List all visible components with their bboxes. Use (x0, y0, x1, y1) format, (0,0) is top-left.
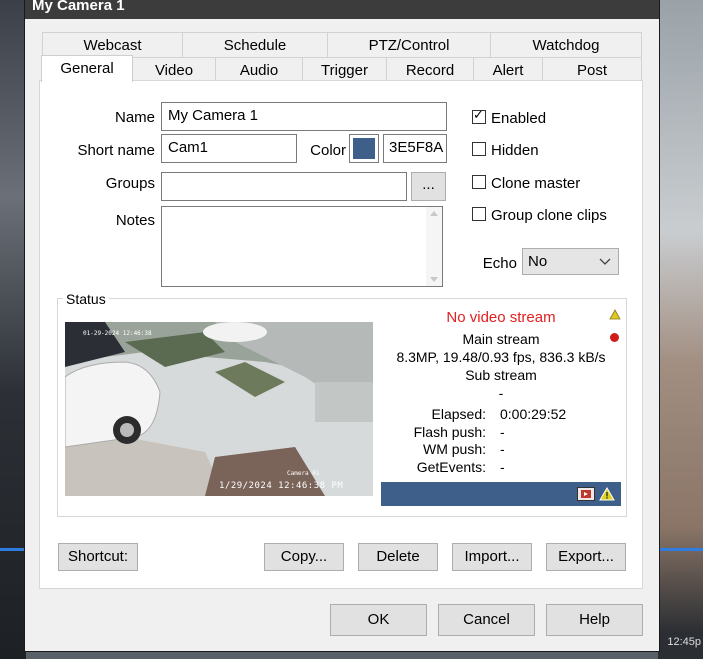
short-name-input[interactable]: Cam1 (161, 134, 297, 163)
flash-push-value: - (500, 424, 505, 440)
flash-push-label: Flash push: (413, 424, 486, 440)
status-bar (381, 482, 621, 506)
tab-audio[interactable]: Audio (215, 57, 303, 82)
timeline-bar (0, 548, 26, 551)
echo-select[interactable]: No (522, 248, 619, 275)
elapsed-label: Elapsed: (431, 406, 486, 422)
getevents-value: - (500, 459, 505, 475)
background-timestamp: 12:45p (667, 636, 701, 648)
elapsed-value: 0:00:29:52 (500, 406, 567, 422)
tab-general[interactable]: General (41, 55, 133, 82)
preview-camera-label: Camera 01 (287, 470, 320, 477)
checkbox-box[interactable] (472, 175, 486, 189)
no-video-stream-text: No video stream (446, 309, 556, 326)
tab-watchdog[interactable]: Watchdog (490, 32, 642, 57)
copy-button[interactable]: Copy... (264, 543, 344, 571)
color-hex-input[interactable]: 3E5F8A (383, 134, 447, 163)
clone-master-label: Clone master (491, 175, 581, 192)
tab-trigger[interactable]: Trigger (302, 57, 387, 82)
help-button[interactable]: Help (546, 604, 643, 636)
short-name-label: Short name (77, 142, 155, 159)
color-swatch (353, 138, 375, 159)
tab-alert[interactable]: Alert (473, 57, 543, 82)
warning-icon (609, 309, 621, 320)
timeline-bar (658, 548, 703, 551)
checkbox-box[interactable]: ✓ (472, 107, 486, 124)
hidden-checkbox[interactable]: Hidden (472, 142, 539, 159)
tab-ptz-control[interactable]: PTZ/Control (327, 32, 491, 57)
sub-stream-value: - (498, 385, 504, 401)
tab-schedule[interactable]: Schedule (182, 32, 328, 57)
group-clone-clips-checkbox[interactable]: Group clone clips (472, 207, 607, 224)
groups-input[interactable] (161, 172, 407, 201)
chevron-down-icon (599, 258, 611, 265)
film-clip-icon[interactable] (577, 487, 595, 501)
getevents-label: GetEvents: (416, 459, 486, 475)
dialog-title: My Camera 1 (25, 0, 659, 19)
preview-top-timestamp: 01-29-2024 12:46:38 (83, 330, 152, 337)
import-button[interactable]: Import... (452, 543, 532, 571)
scroll-up-arrow-icon[interactable] (430, 211, 438, 216)
enabled-checkbox[interactable]: ✓ Enabled (472, 107, 547, 127)
name-input[interactable]: My Camera 1 (161, 102, 447, 131)
notes-textarea[interactable] (161, 206, 443, 287)
export-button[interactable]: Export... (546, 543, 626, 571)
notes-label: Notes (115, 212, 155, 229)
checkbox-box[interactable] (472, 142, 486, 156)
preview-image (65, 322, 373, 496)
delete-button[interactable]: Delete (358, 543, 438, 571)
background-camera-right: 12:45p (658, 0, 703, 659)
clone-master-checkbox[interactable]: Clone master (472, 175, 580, 192)
group-clone-clips-label: Group clone clips (491, 207, 607, 224)
alert-icon[interactable] (599, 487, 615, 501)
groups-label: Groups (105, 175, 155, 192)
cancel-button[interactable]: Cancel (438, 604, 535, 636)
color-swatch-button[interactable] (349, 134, 379, 163)
name-label: Name (114, 109, 155, 126)
wm-push-value: - (500, 441, 505, 457)
scroll-down-arrow-icon[interactable] (430, 277, 438, 282)
checkmark-icon: ✓ (473, 107, 484, 122)
echo-label: Echo (482, 255, 517, 272)
tab-record[interactable]: Record (386, 57, 474, 82)
status-label: Status (63, 291, 109, 307)
camera-preview[interactable]: 01-29-2024 12:46:38 Camera 01 1/29/2024 … (65, 322, 373, 496)
enabled-label: Enabled (491, 110, 547, 127)
color-label: Color (310, 142, 346, 159)
preview-timestamp: 1/29/2024 12:46:38 PM (219, 481, 344, 491)
shortcut-button[interactable]: Shortcut: (58, 543, 138, 571)
tab-webcast[interactable]: Webcast (42, 32, 183, 57)
groups-browse-button[interactable]: ... (411, 172, 446, 201)
tab-video[interactable]: Video (132, 57, 216, 82)
hidden-label: Hidden (491, 142, 539, 159)
checkbox-box[interactable] (472, 207, 486, 221)
main-stream-label: Main stream (462, 331, 540, 347)
sub-stream-label: Sub stream (465, 367, 537, 383)
echo-select-value: No (528, 253, 548, 270)
tab-post[interactable]: Post (542, 57, 642, 82)
background-camera-left (0, 0, 26, 659)
notes-scrollbar[interactable] (426, 207, 442, 286)
main-stream-stats: 8.3MP, 19.48/0.93 fps, 836.3 kB/s (396, 349, 606, 365)
ok-button[interactable]: OK (330, 604, 427, 636)
wm-push-label: WM push: (422, 441, 486, 457)
